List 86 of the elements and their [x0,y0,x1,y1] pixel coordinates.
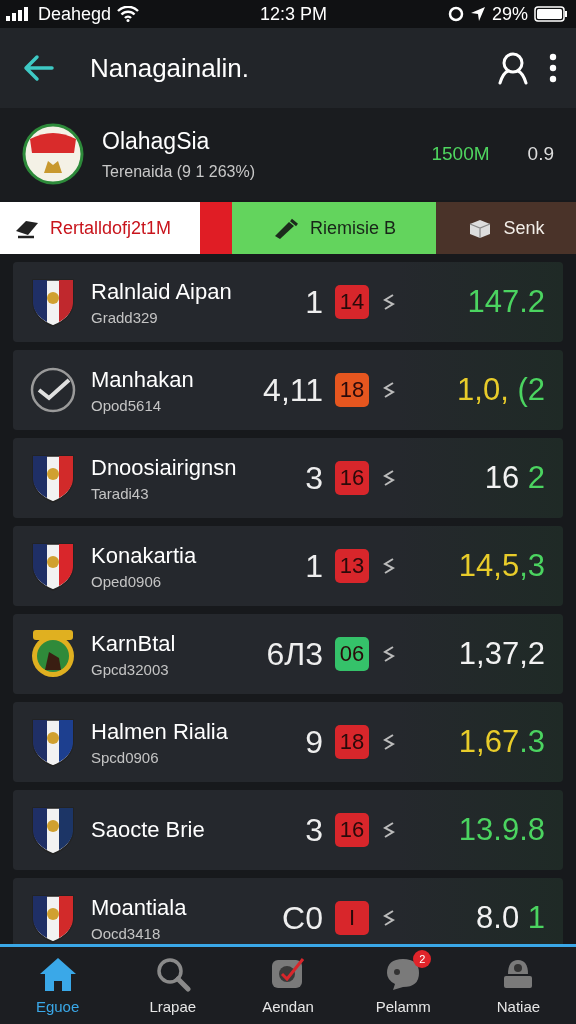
carrier-name: Deahegd [38,3,112,25]
wifi-icon [117,6,140,22]
club-subtitle: Terenaida (9 1 263%) [102,162,256,181]
screen-title: Nanagainalin. [90,52,250,84]
notification-badge: 2 [413,950,432,968]
nav-tab[interactable]: 2 Pelamm [345,947,461,1024]
team-score: 147.2 [467,284,545,320]
zigzag-icon [383,469,395,487]
count-badge: 16 [335,813,369,847]
team-name: Ralnlaid Aipan [91,278,233,305]
club-value: 1500M [431,143,490,165]
count-badge: 06 [335,637,369,671]
team-name: KarnBtal [91,630,177,657]
team-score: 1,0, (2 [457,372,545,408]
team-name: Dnoosiairignsn [91,454,238,481]
team-code: Opod5614 [91,396,163,414]
team-rank: 9 [305,723,323,761]
zigzag-icon [383,381,395,399]
team-row[interactable]: Saocte Brie 3 16 13.9.8 [13,790,563,870]
zigzag-icon [383,293,395,311]
team-code: Taradi43 [91,484,150,502]
team-rank: 6Л3 [266,635,323,673]
battery-percent: 29% [491,3,528,25]
filter-tab[interactable]: Riemisie B [232,202,436,254]
team-crest-icon [29,804,77,856]
zigzag-icon [383,733,395,751]
count-badge: 18 [335,373,369,407]
nav-tab[interactable]: Lrapae [115,947,231,1024]
team-code: Gpcd32003 [91,660,170,678]
rotation-lock-icon [447,6,464,22]
count-badge: I [335,901,369,935]
count-badge: 18 [335,725,369,759]
team-row[interactable]: Dnoosiairignsn Taradi43 3 16 16 2 [13,438,563,518]
team-row[interactable]: Ralnlaid Aipan Gradd329 1 14 147.2 [13,262,563,342]
zigzag-icon [383,821,395,839]
team-crest-icon [29,276,77,328]
search-icon [154,956,191,992]
team-crest-icon [29,452,77,504]
filter-tab[interactable]: Senk [436,202,576,254]
team-score: 13.9.8 [458,812,545,848]
team-score: 14,5,3 [458,548,545,584]
team-score: 1,37,2 [458,636,545,672]
team-rank: 3 [305,811,323,849]
team-rank: 4,11 [263,371,323,409]
nav-tab[interactable]: Natiae [460,947,576,1024]
team-name: Saocte Brie [91,817,206,843]
team-crest-icon [29,892,77,944]
team-row[interactable]: Manhakan Opod5614 4,11 18 1,0, (2 [13,350,563,430]
zigzag-icon [383,557,395,575]
team-row[interactable]: Konakartia Oped0906 1 13 14,5,3 [13,526,563,606]
location-icon [469,6,486,22]
nav-tab[interactable]: Aendan [230,947,346,1024]
filter-tab[interactable]: Rertalldofj2t1M [0,202,232,254]
team-code: Oped0906 [91,572,163,590]
club-name: OlahagSia [102,127,211,155]
team-code: Gradd329 [91,308,159,326]
team-score: 8.0 1 [476,900,545,936]
count-badge: 13 [335,549,369,583]
team-rank: 1 [305,547,323,585]
team-rank: 1 [305,283,323,321]
team-name: Konakartia [91,542,198,569]
team-name: Manhakan [91,366,195,393]
count-badge: 16 [335,461,369,495]
count-badge: 14 [335,285,369,319]
more-icon [548,53,558,83]
team-row[interactable]: KarnBtal Gpcd32003 6Л3 06 1,37,2 [13,614,563,694]
team-name: Moantiala [91,894,188,921]
team-row[interactable]: Moantiala Oocd3418 C0 I 8.0 1 [13,878,563,944]
team-name: Halmen Rialia [91,718,229,745]
nav-tab[interactable]: Eguoe [0,947,116,1024]
team-rank: C0 [282,899,323,937]
zigzag-icon [383,645,395,663]
zigzag-icon [383,909,395,927]
team-score: 1,67.3 [458,724,545,760]
team-crest-icon [29,716,77,768]
team-crest-icon [29,628,77,680]
team-code: Oocd3418 [91,924,162,942]
team-rank: 3 [305,459,323,497]
battery-icon [534,6,568,22]
club-ratio: 0.9 [527,143,554,165]
team-code: Spcd0906 [91,748,160,766]
team-score: 16 2 [484,460,545,496]
club-crest-icon [22,123,84,185]
team-row[interactable]: Halmen Rialia Spcd0906 9 18 1,67.3 [13,702,563,782]
team-crest-icon [29,540,77,592]
clock-time: 12:3 PM [260,3,328,25]
